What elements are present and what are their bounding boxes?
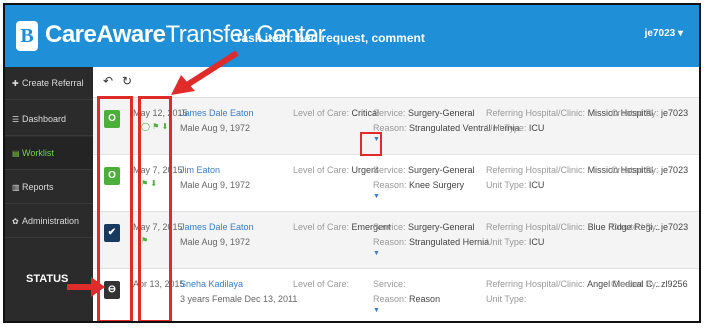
patient-name-link[interactable]: Sneha Kadilaya <box>180 279 243 289</box>
unit-type: Unit Type: ICU <box>486 237 544 247</box>
service: Service: Surgery-General <box>373 108 475 118</box>
sidebar-item-label: Create Referral <box>22 78 84 88</box>
reason: Reason: Knee Surgery <box>373 180 464 190</box>
reason-label: Reason: <box>373 180 407 190</box>
ref-label: Referring Hospital/Clinic: <box>486 279 586 289</box>
patient-name-link[interactable]: James Dale Eaton <box>180 222 254 232</box>
service: Service: Surgery-General <box>373 165 475 175</box>
created-by: Created By: zl9256 <box>611 279 688 289</box>
app-logo-icon: B <box>16 21 38 51</box>
gear-icon: ✿ <box>12 217 19 226</box>
service-value: Surgery-General <box>408 165 475 175</box>
patient-info: Male Aug 9, 1972 <box>180 237 251 247</box>
refresh-icon[interactable]: ↻ <box>120 73 134 89</box>
plus-icon: ✚ <box>12 79 19 88</box>
sidebar-item-dashboard[interactable]: ☰ Dashboard <box>5 103 93 136</box>
unit-value: ICU <box>528 237 545 247</box>
unit-value: ICU <box>528 180 545 190</box>
care-label: Level of Care: <box>293 279 350 289</box>
unit-label: Unit Type: <box>486 123 527 133</box>
undo-icon[interactable]: ↶ <box>101 73 115 89</box>
user-menu[interactable]: je7023 ▾ <box>645 28 683 39</box>
table-row[interactable]: ⊖ Apr 13, 2015 Sneha Kadilaya 3 years Fe… <box>93 269 699 321</box>
status-column-highlight <box>97 96 133 321</box>
sidebar-item-worklist[interactable]: ▤ Worklist <box>5 137 93 170</box>
patient-info: 3 years Female Dec 13, 2011 <box>180 294 298 304</box>
unit-type: Unit Type: <box>486 294 526 304</box>
reason: Reason: Reason <box>373 294 440 304</box>
unit-label: Unit Type: <box>486 180 527 190</box>
created-label: Created By: <box>611 279 659 289</box>
service-label: Service: <box>373 165 406 175</box>
service-value: Surgery-General <box>408 222 475 232</box>
created-label: Created By: <box>611 222 659 232</box>
created-by: Created By: je7023 <box>611 108 688 118</box>
reason-value: Knee Surgery <box>409 180 465 190</box>
sidebar-item-label: Dashboard <box>22 114 67 124</box>
unit-type: Unit Type: ICU <box>486 123 544 133</box>
task-item-annotation: Task item: bed request, comment <box>235 31 425 45</box>
app-window: B CareAwareTransfer Center je7023 ▾ ✚ Cre… <box>3 3 701 323</box>
service-label: Service: <box>373 279 406 289</box>
level-of-care: Level of Care: Critical <box>293 108 379 118</box>
service: Service: <box>373 279 406 289</box>
chevron-down-icon[interactable]: ▼ <box>373 193 380 200</box>
sidebar-item-label: Reports <box>22 182 54 192</box>
status-annotation: STATUS <box>26 273 69 285</box>
level-of-care: Level of Care: Urgent <box>293 165 379 175</box>
reason-value: Strangulated Hernia <box>409 237 490 247</box>
created-value: je7023 <box>661 108 689 118</box>
care-label: Level of Care: <box>293 165 350 175</box>
ref-label: Referring Hospital/Clinic: <box>486 108 586 118</box>
service-label: Service: <box>373 222 406 232</box>
list-icon: ▤ <box>12 149 20 158</box>
sidebar-item-label: Worklist <box>22 148 54 158</box>
created-label: Created By: <box>611 108 659 118</box>
reason-value: Reason <box>409 294 441 304</box>
sidebar-item-administration[interactable]: ✿ Administration <box>5 205 93 238</box>
expand-highlight <box>360 132 382 156</box>
care-label: Level of Care: <box>293 108 350 118</box>
care-label: Level of Care: <box>293 222 350 232</box>
unit-type: Unit Type: ICU <box>486 180 544 190</box>
created-value: zl9256 <box>661 279 688 289</box>
worklist-toolbar: ↶ ↻ <box>93 67 699 98</box>
reason-label: Reason: <box>373 294 407 304</box>
sidebar-item-label: Administration <box>22 216 80 226</box>
patient-name-link[interactable]: Jim Eaton <box>180 165 220 175</box>
level-of-care: Level of Care: <box>293 279 349 289</box>
patient-name-link[interactable]: James Dale Eaton <box>180 108 254 118</box>
sidebar-item-reports[interactable]: ▥ Reports <box>5 171 93 204</box>
unit-label: Unit Type: <box>486 294 527 304</box>
table-row[interactable]: O May 12, 2015 ◯ ⚑ ⬇ James Dale Eaton Ma… <box>93 98 699 155</box>
grid-icon: ☰ <box>12 115 20 124</box>
service-value: Surgery-General <box>408 108 475 118</box>
table-row[interactable]: ✔ May 7, 2015 ⚑ James Dale Eaton Male Au… <box>93 212 699 269</box>
task-column-highlight <box>138 96 172 321</box>
ref-label: Referring Hospital/Clinic: <box>486 222 586 232</box>
sidebar-item-create-referral[interactable]: ✚ Create Referral <box>5 67 93 100</box>
created-label: Created By: <box>611 165 659 175</box>
patient-info: Male Aug 9, 1972 <box>180 123 251 133</box>
created-by: Created By: je7023 <box>611 165 688 175</box>
service-label: Service: <box>373 108 406 118</box>
created-value: je7023 <box>661 222 689 232</box>
created-value: je7023 <box>661 165 689 175</box>
table-row[interactable]: O May 7, 2015 ⚑ ⬇ Jim Eaton Male Aug 9, … <box>93 155 699 212</box>
brand-bold: CareAware <box>45 21 166 48</box>
chevron-down-icon[interactable]: ▼ <box>373 307 380 314</box>
ref-label: Referring Hospital/Clinic: <box>486 165 586 175</box>
service: Service: Surgery-General <box>373 222 475 232</box>
reason-label: Reason: <box>373 237 407 247</box>
chart-icon: ▥ <box>12 183 20 192</box>
created-by: Created By: je7023 <box>611 222 688 232</box>
patient-info: Male Aug 9, 1972 <box>180 180 251 190</box>
reason: Reason: Strangulated Hernia <box>373 237 489 247</box>
unit-value: ICU <box>528 123 545 133</box>
unit-label: Unit Type: <box>486 237 527 247</box>
chevron-down-icon[interactable]: ▼ <box>373 250 380 257</box>
